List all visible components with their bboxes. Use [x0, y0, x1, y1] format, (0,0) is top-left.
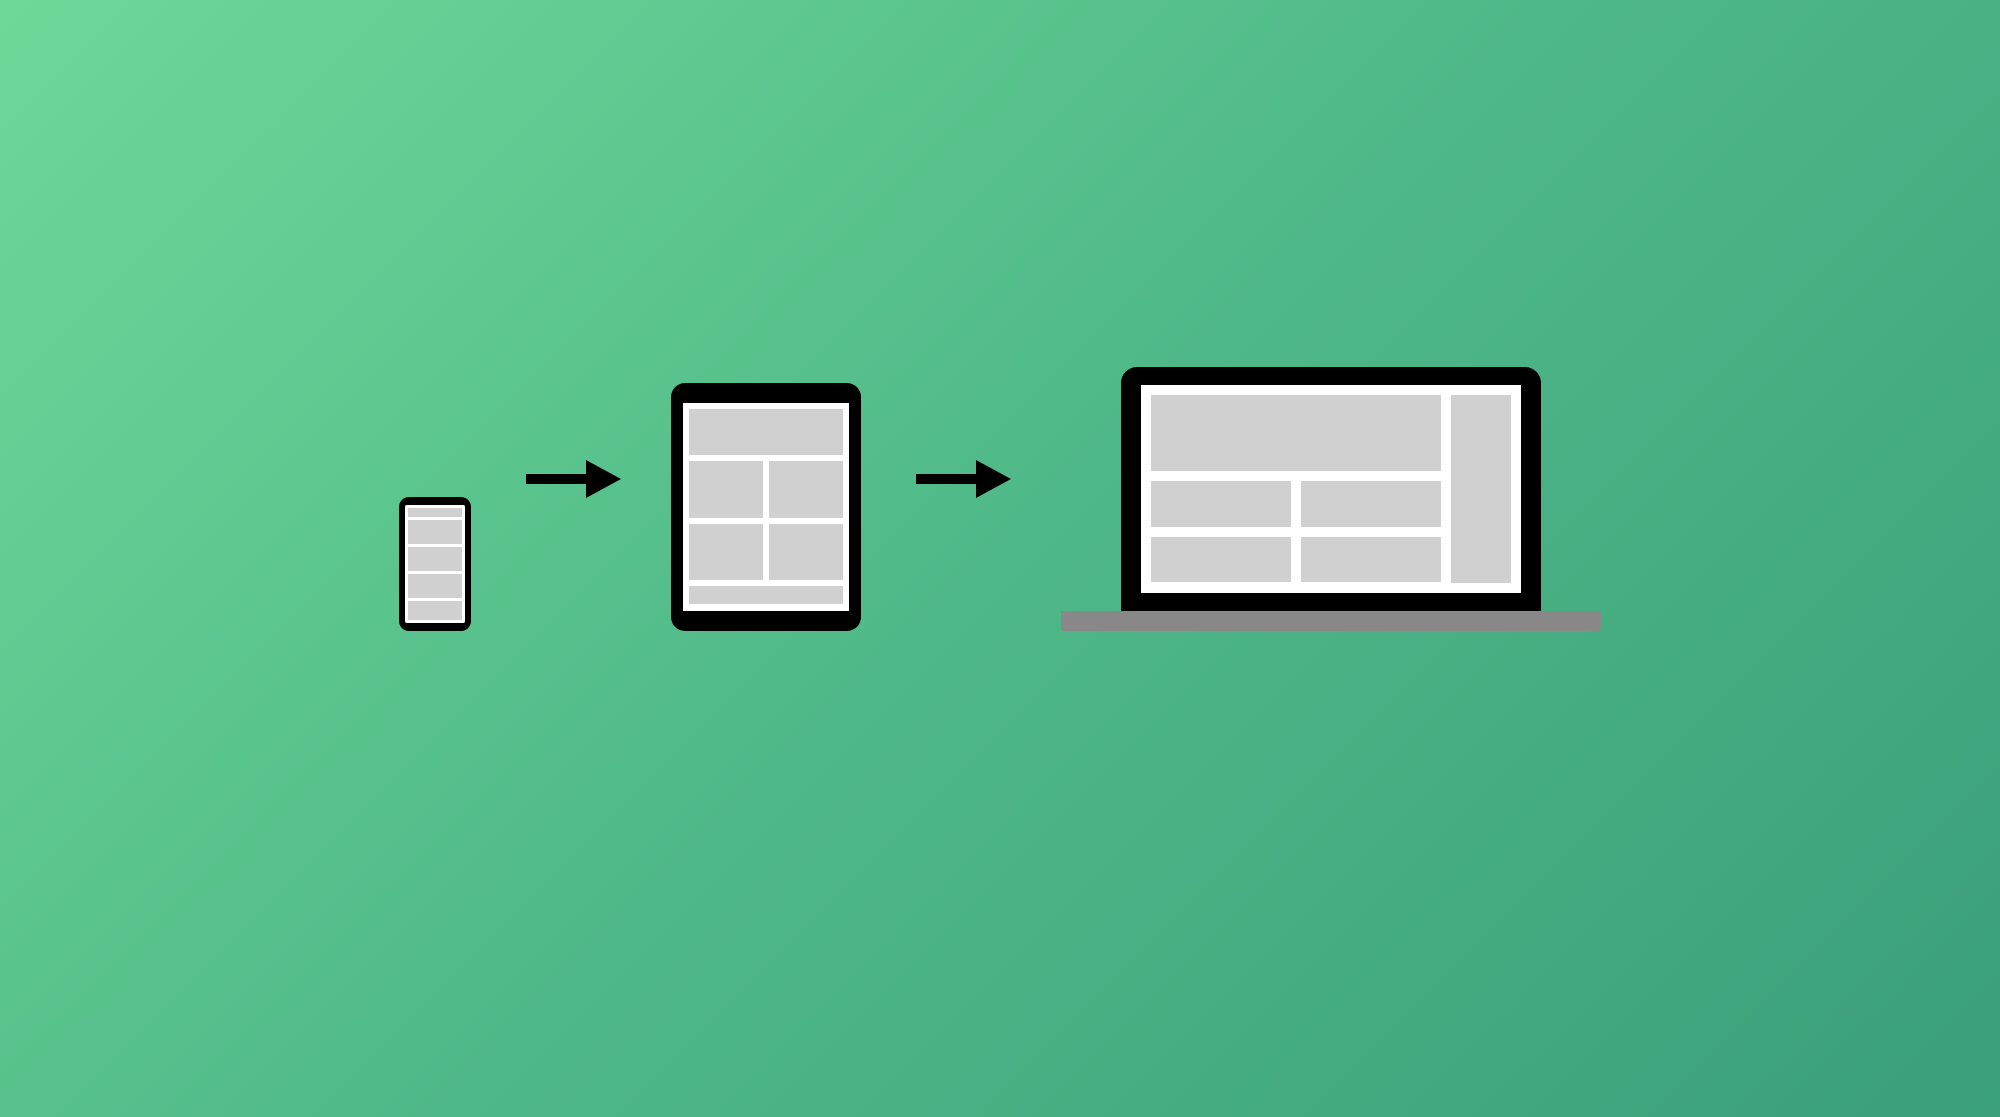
content-block [408, 574, 462, 598]
arrow-right-icon [911, 454, 1011, 504]
content-block [1151, 481, 1291, 527]
content-block [1301, 537, 1441, 583]
content-row [689, 524, 843, 580]
content-block [689, 409, 843, 456]
content-block [769, 524, 843, 580]
phone-device-icon [399, 497, 471, 631]
laptop-device-icon [1061, 367, 1601, 631]
content-row [1151, 481, 1441, 527]
tablet-screen [683, 403, 849, 611]
content-block [1151, 537, 1291, 583]
responsive-diagram [399, 367, 1601, 631]
content-block [689, 524, 763, 580]
content-block [408, 508, 462, 517]
arrow-right-icon [521, 454, 621, 504]
content-block [769, 461, 843, 517]
content-block [408, 547, 462, 571]
content-sidebar [1451, 395, 1511, 583]
content-block [689, 461, 763, 517]
content-row [1151, 537, 1441, 583]
content-block [408, 520, 462, 544]
content-block [1301, 481, 1441, 527]
laptop-base [1061, 611, 1601, 631]
content-block [408, 601, 462, 620]
laptop-screen [1141, 385, 1521, 593]
phone-screen [405, 505, 465, 623]
content-row [689, 461, 843, 517]
content-block [689, 586, 843, 605]
laptop-main-column [1151, 395, 1441, 583]
tablet-device-icon [671, 383, 861, 631]
laptop-body [1121, 367, 1541, 611]
content-block [1151, 395, 1441, 471]
